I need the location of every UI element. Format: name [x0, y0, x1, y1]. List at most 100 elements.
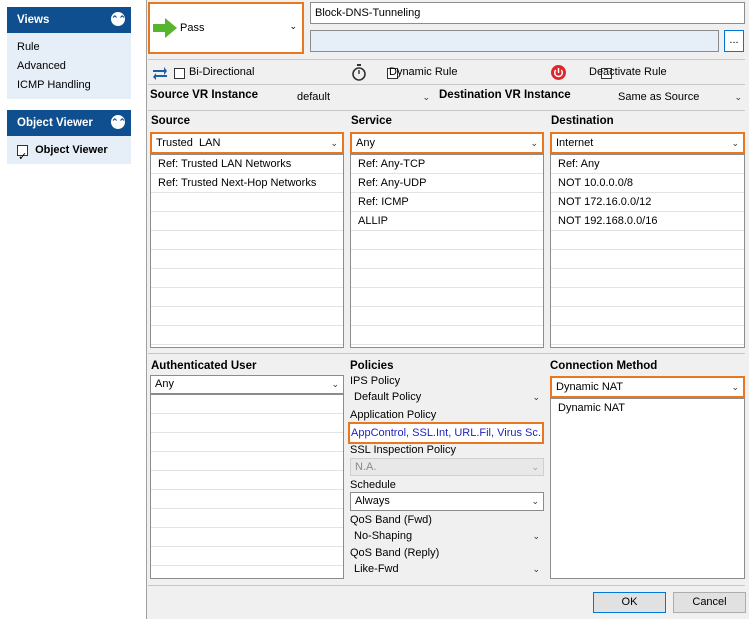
browse-button[interactable]: ... [724, 30, 744, 52]
object-viewer-checkbox[interactable] [17, 143, 28, 171]
list-item-empty [151, 288, 343, 307]
service-selected: Any [356, 137, 375, 149]
list-item-empty [551, 307, 744, 326]
source-label: Source [151, 115, 190, 127]
list-item-empty [151, 452, 343, 471]
bidirectional-label: Bi-Directional [189, 66, 255, 78]
connection-method-list: Dynamic NAT [550, 398, 745, 579]
source-vr-dropdown[interactable]: default ⌄ [293, 89, 432, 107]
ips-policy-value: Default Policy [354, 391, 422, 403]
list-item-empty [151, 547, 343, 566]
action-dropdown[interactable]: Pass ⌄ [148, 2, 304, 54]
list-item-empty [151, 269, 343, 288]
views-header[interactable]: Views ⌃⌃ [7, 7, 131, 33]
destination-vr-value: Same as Source [618, 91, 700, 103]
list-item[interactable]: Ref: Any [551, 155, 744, 174]
policies-label: Policies [350, 360, 394, 372]
ok-button[interactable]: OK [593, 592, 666, 613]
source-dropdown[interactable]: Trusted LAN ⌄ [150, 132, 344, 154]
list-item[interactable]: Dynamic NAT [551, 399, 744, 417]
divider [148, 353, 745, 354]
list-item[interactable]: ALLIP [351, 212, 543, 231]
divider [148, 84, 745, 85]
list-item[interactable]: Ref: Trusted LAN Networks [151, 155, 343, 174]
list-item-empty [151, 414, 343, 433]
authenticated-user-dropdown[interactable]: Any ⌄ [150, 375, 344, 394]
application-policy-value: AppControl, SSL.Int, URL.Fil, Virus Sc..… [351, 427, 544, 439]
list-item[interactable]: NOT 10.0.0.0/8 [551, 174, 744, 193]
service-list: Ref: Any-TCP Ref: Any-UDP Ref: ICMP ALLI… [350, 154, 544, 348]
destination-label: Destination [551, 115, 614, 127]
destination-dropdown[interactable]: Internet ⌄ [550, 132, 745, 154]
list-item-empty [351, 288, 543, 307]
list-item-empty [151, 509, 343, 528]
qos-band-fwd-value: No-Shaping [354, 530, 413, 542]
source-vr-value: default [297, 91, 331, 103]
ips-policy-dropdown[interactable]: Default Policy ⌄ [350, 389, 544, 407]
chevron-down-icon: ⌄ [289, 21, 297, 31]
schedule-dropdown[interactable]: Always ⌄ [350, 492, 544, 511]
qos-band-fwd-label: QoS Band (Fwd) [350, 514, 432, 526]
action-label: Pass [180, 22, 205, 34]
service-dropdown[interactable]: Any ⌄ [350, 132, 544, 154]
application-policy-label: Application Policy [350, 409, 437, 421]
authenticated-user-selected: Any [155, 378, 174, 390]
bidirectional-arrows-icon [153, 67, 167, 80]
list-item-empty [551, 288, 744, 307]
list-item-empty [551, 250, 744, 269]
views-item-rule[interactable]: Rule [17, 38, 131, 57]
list-item-empty [151, 395, 343, 414]
object-viewer-checkbox-label: Object Viewer [35, 144, 108, 156]
list-item[interactable]: Ref: ICMP [351, 193, 543, 212]
collapse-views-icon[interactable]: ⌃⌃ [111, 12, 126, 26]
qos-band-fwd-dropdown[interactable]: No-Shaping ⌄ [350, 528, 544, 546]
authenticated-user-list [150, 394, 344, 579]
rule-name-input[interactable]: Block-DNS-Tunneling [310, 2, 745, 24]
qos-band-reply-dropdown[interactable]: Like-Fwd ⌄ [350, 561, 544, 579]
collapse-object-viewer-icon[interactable]: ⌃⌃ [111, 115, 126, 129]
connection-method-selected: Dynamic NAT [556, 381, 624, 393]
list-item[interactable]: Ref: Any-UDP [351, 174, 543, 193]
ips-policy-label: IPS Policy [350, 375, 401, 387]
connection-method-dropdown[interactable]: Dynamic NAT ⌄ [550, 376, 745, 398]
ssl-inspection-policy-label: SSL Inspection Policy [350, 444, 456, 456]
chevron-down-icon: ⌄ [734, 92, 742, 102]
chevron-down-icon: ⌄ [422, 92, 430, 102]
chevron-down-icon: ⌄ [531, 496, 539, 506]
qos-band-reply-value: Like-Fwd [354, 563, 399, 575]
list-item-empty [151, 490, 343, 509]
list-item-empty [151, 307, 343, 326]
object-viewer-header[interactable]: Object Viewer ⌃⌃ [7, 110, 131, 136]
list-item[interactable]: Ref: Any-TCP [351, 155, 543, 174]
destination-vr-dropdown[interactable]: Same as Source ⌄ [614, 89, 744, 107]
rule-comment-input[interactable] [310, 30, 719, 52]
list-item-empty [151, 471, 343, 490]
views-item-advanced[interactable]: Advanced [17, 57, 131, 76]
list-item[interactable]: Ref: Trusted Next-Hop Networks [151, 174, 343, 193]
list-item[interactable]: NOT 192.168.0.0/16 [551, 212, 744, 231]
application-policy-field[interactable]: AppControl, SSL.Int, URL.Fil, Virus Sc..… [348, 422, 544, 444]
ssl-inspection-policy-dropdown: N.A. ⌄ [350, 458, 544, 476]
destination-selected: Internet [556, 137, 594, 149]
object-viewer-panel: Object Viewer [7, 136, 131, 171]
chevron-down-icon: ⌄ [331, 379, 339, 389]
chevron-down-icon: ⌄ [531, 462, 539, 472]
destination-vr-label: Destination VR Instance [439, 89, 571, 101]
pass-arrow-icon [153, 18, 177, 38]
ssl-inspection-policy-value: N.A. [355, 461, 377, 473]
list-item-empty [351, 250, 543, 269]
list-item-empty [151, 326, 343, 345]
chevron-down-icon: ⌄ [532, 564, 540, 574]
destination-list: Ref: Any NOT 10.0.0.0/8 NOT 172.16.0.0/1… [550, 154, 745, 348]
cancel-button[interactable]: Cancel [673, 592, 746, 613]
list-item-empty [151, 250, 343, 269]
views-item-icmp-handling[interactable]: ICMP Handling [17, 76, 131, 95]
left-navigation-pane: Views ⌃⌃ Rule Advanced ICMP Handling Obj… [0, 0, 147, 619]
list-item-empty [351, 231, 543, 250]
chevron-down-icon: ⌄ [530, 138, 538, 148]
bidirectional-checkbox[interactable] [174, 67, 185, 79]
list-item[interactable]: NOT 172.16.0.0/12 [551, 193, 744, 212]
chevron-down-icon: ⌄ [731, 138, 739, 148]
deactivate-rule-label: Deactivate Rule [589, 66, 667, 78]
chevron-down-icon: ⌄ [532, 531, 540, 541]
